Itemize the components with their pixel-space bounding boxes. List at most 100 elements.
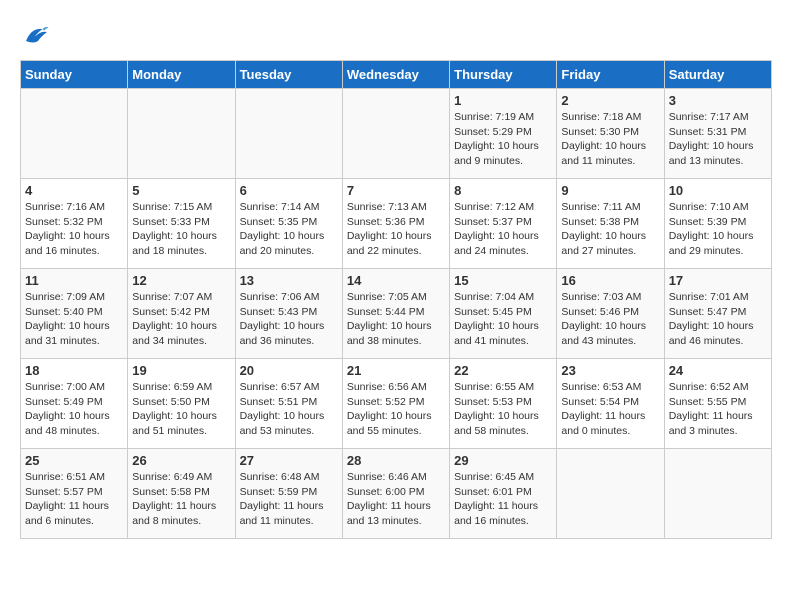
calendar-cell: 23Sunrise: 6:53 AM Sunset: 5:54 PM Dayli… [557,359,664,449]
calendar-cell: 28Sunrise: 6:46 AM Sunset: 6:00 PM Dayli… [342,449,449,539]
day-number: 3 [669,93,767,108]
calendar-cell: 9Sunrise: 7:11 AM Sunset: 5:38 PM Daylig… [557,179,664,269]
day-info: Sunrise: 7:19 AM Sunset: 5:29 PM Dayligh… [454,110,552,169]
day-number: 22 [454,363,552,378]
calendar-cell: 22 Sunrise: 6:55 AM Sunset: 5:53 PM Dayli… [450,359,557,449]
calendar-cell: 15 Sunrise: 7:04 AM Sunset: 5:45 PM Dayli… [450,269,557,359]
calendar-cell: 1 Sunrise: 7:19 AM Sunset: 5:29 PM Daylig… [450,89,557,179]
day-number: 26 [132,453,230,468]
day-info: Sunrise: 6:46 AM Sunset: 6:00 PM Dayligh… [347,470,445,529]
calendar-week-row: 11 Sunrise: 7:09 AM Sunset: 5:40 PM Dayli… [21,269,772,359]
calendar-cell: 25 Sunrise: 6:51 AM Sunset: 5:57 PM Dayli… [21,449,128,539]
calendar-cell: 21 Sunrise: 6:56 AM Sunset: 5:52 PM Dayli… [342,359,449,449]
calendar-cell [235,89,342,179]
day-info: Sunrise: 7:18 AM Sunset: 5:30 PM Dayligh… [561,110,659,169]
day-number: 15 [454,273,552,288]
calendar-cell: 8 Sunrise: 7:12 AM Sunset: 5:37 PM Daylig… [450,179,557,269]
calendar-cell [342,89,449,179]
day-number: 14 [347,273,445,288]
calendar-table: SundayMondayTuesdayWednesdayThursdayFrid… [20,60,772,539]
calendar-cell: 4 Sunrise: 7:16 AM Sunset: 5:32 PM Daylig… [21,179,128,269]
calendar-cell: 19 Sunrise: 6:59 AM Sunset: 5:50 PM Dayli… [128,359,235,449]
day-number: 13 [240,273,338,288]
calendar-week-row: 1 Sunrise: 7:19 AM Sunset: 5:29 PM Daylig… [21,89,772,179]
calendar-cell [128,89,235,179]
calendar-cell: 3 Sunrise: 7:17 AM Sunset: 5:31 PM Daylig… [664,89,771,179]
calendar-cell [664,449,771,539]
day-info: Sunrise: 7:05 AM Sunset: 5:44 PM Dayligh… [347,290,445,349]
calendar-week-row: 25 Sunrise: 6:51 AM Sunset: 5:57 PM Dayli… [21,449,772,539]
calendar-cell: 5 Sunrise: 7:15 AM Sunset: 5:33 PM Daylig… [128,179,235,269]
day-info: Sunrise: 7:04 AM Sunset: 5:45 PM Dayligh… [454,290,552,349]
calendar-cell: 12 Sunrise: 7:07 AM Sunset: 5:42 PM Dayli… [128,269,235,359]
weekday-header-tuesday: Tuesday [235,61,342,89]
day-info: Sunrise: 6:55 AM Sunset: 5:53 PM Dayligh… [454,380,552,439]
calendar-cell: 2 Sunrise: 7:18 AM Sunset: 5:30 PM Daylig… [557,89,664,179]
calendar-cell [557,449,664,539]
calendar-cell: 17 Sunrise: 7:01 AM Sunset: 5:47 PM Dayli… [664,269,771,359]
day-number: 29 [454,453,552,468]
day-info: Sunrise: 6:56 AM Sunset: 5:52 PM Dayligh… [347,380,445,439]
calendar-cell: 11 Sunrise: 7:09 AM Sunset: 5:40 PM Dayli… [21,269,128,359]
weekday-header-thursday: Thursday [450,61,557,89]
calendar-cell: 14 Sunrise: 7:05 AM Sunset: 5:44 PM Dayli… [342,269,449,359]
calendar-cell: 18 Sunrise: 7:00 AM Sunset: 5:49 PM Dayli… [21,359,128,449]
day-number: 5 [132,183,230,198]
day-info: Sunrise: 7:01 AM Sunset: 5:47 PM Dayligh… [669,290,767,349]
weekday-header-sunday: Sunday [21,61,128,89]
day-number: 12 [132,273,230,288]
day-info: Sunrise: 6:48 AM Sunset: 5:59 PM Dayligh… [240,470,338,529]
calendar-cell: 24 Sunrise: 6:52 AM Sunset: 5:55 PM Dayli… [664,359,771,449]
weekday-header-saturday: Saturday [664,61,771,89]
day-info: Sunrise: 7:14 AM Sunset: 5:35 PM Dayligh… [240,200,338,259]
calendar-cell: 29Sunrise: 6:45 AM Sunset: 6:01 PM Dayli… [450,449,557,539]
day-number: 18 [25,363,123,378]
calendar-week-row: 18 Sunrise: 7:00 AM Sunset: 5:49 PM Dayli… [21,359,772,449]
day-info: Sunrise: 7:10 AM Sunset: 5:39 PM Dayligh… [669,200,767,259]
day-info: Sunrise: 7:17 AM Sunset: 5:31 PM Dayligh… [669,110,767,169]
day-info: Sunrise: 6:57 AM Sunset: 5:51 PM Dayligh… [240,380,338,439]
day-number: 1 [454,93,552,108]
day-number: 23 [561,363,659,378]
day-info: Sunrise: 7:15 AM Sunset: 5:33 PM Dayligh… [132,200,230,259]
day-info: Sunrise: 6:59 AM Sunset: 5:50 PM Dayligh… [132,380,230,439]
day-number: 4 [25,183,123,198]
calendar-cell [21,89,128,179]
weekday-header-row: SundayMondayTuesdayWednesdayThursdayFrid… [21,61,772,89]
day-number: 17 [669,273,767,288]
day-number: 10 [669,183,767,198]
day-info: Sunrise: 6:49 AM Sunset: 5:58 PM Dayligh… [132,470,230,529]
logo-bird-icon [20,20,50,50]
day-info: Sunrise: 7:12 AM Sunset: 5:37 PM Dayligh… [454,200,552,259]
calendar-cell: 20Sunrise: 6:57 AM Sunset: 5:51 PM Dayli… [235,359,342,449]
day-number: 6 [240,183,338,198]
day-info: Sunrise: 6:51 AM Sunset: 5:57 PM Dayligh… [25,470,123,529]
day-number: 19 [132,363,230,378]
calendar-cell: 13Sunrise: 7:06 AM Sunset: 5:43 PM Dayli… [235,269,342,359]
weekday-header-friday: Friday [557,61,664,89]
calendar-cell: 16 Sunrise: 7:03 AM Sunset: 5:46 PM Dayli… [557,269,664,359]
day-number: 21 [347,363,445,378]
day-info: Sunrise: 7:09 AM Sunset: 5:40 PM Dayligh… [25,290,123,349]
day-info: Sunrise: 7:13 AM Sunset: 5:36 PM Dayligh… [347,200,445,259]
weekday-header-monday: Monday [128,61,235,89]
page-header [20,20,772,50]
day-number: 24 [669,363,767,378]
logo [20,20,54,50]
calendar-cell: 26 Sunrise: 6:49 AM Sunset: 5:58 PM Dayli… [128,449,235,539]
day-number: 8 [454,183,552,198]
day-info: Sunrise: 6:52 AM Sunset: 5:55 PM Dayligh… [669,380,767,439]
day-info: Sunrise: 7:00 AM Sunset: 5:49 PM Dayligh… [25,380,123,439]
calendar-cell: 6 Sunrise: 7:14 AM Sunset: 5:35 PM Daylig… [235,179,342,269]
day-number: 11 [25,273,123,288]
day-info: Sunrise: 7:16 AM Sunset: 5:32 PM Dayligh… [25,200,123,259]
calendar-cell: 7 Sunrise: 7:13 AM Sunset: 5:36 PM Daylig… [342,179,449,269]
day-number: 2 [561,93,659,108]
day-number: 7 [347,183,445,198]
day-info: Sunrise: 7:03 AM Sunset: 5:46 PM Dayligh… [561,290,659,349]
day-info: Sunrise: 7:07 AM Sunset: 5:42 PM Dayligh… [132,290,230,349]
day-number: 25 [25,453,123,468]
day-number: 16 [561,273,659,288]
day-number: 9 [561,183,659,198]
calendar-cell: 27Sunrise: 6:48 AM Sunset: 5:59 PM Dayli… [235,449,342,539]
